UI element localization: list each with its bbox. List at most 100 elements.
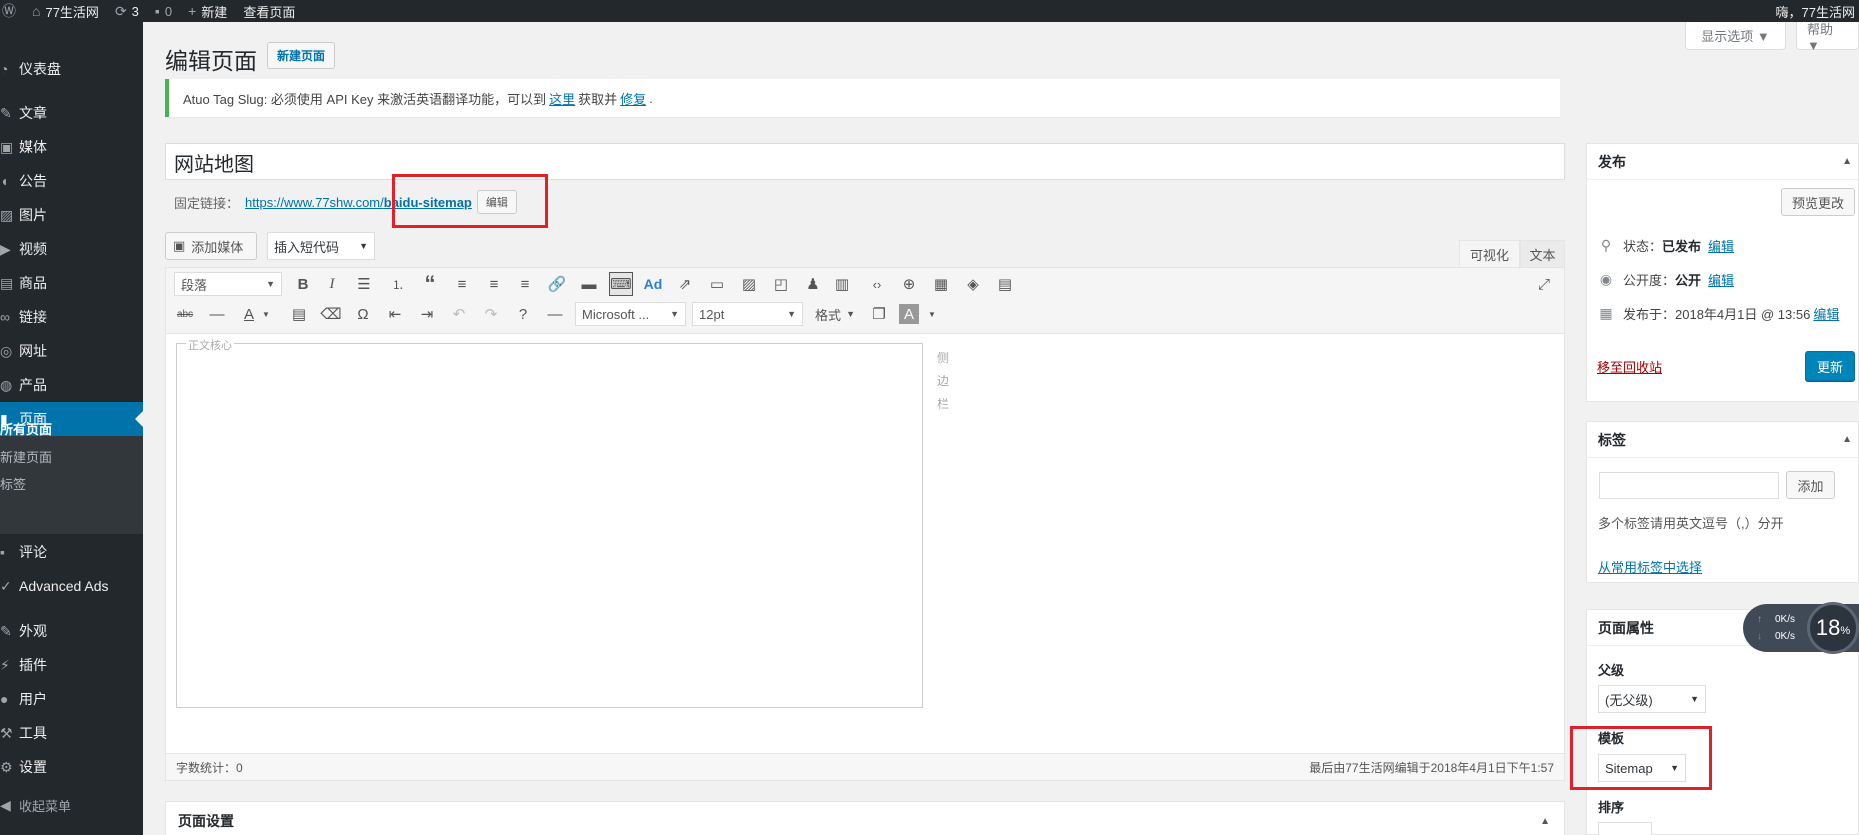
edit-date-link[interactable]: 编辑: [1813, 304, 1839, 323]
add-new-page-button[interactable]: 新建页面: [267, 42, 335, 69]
add-media-button[interactable]: ▣ 添加媒体: [165, 232, 257, 260]
read-more-icon[interactable]: ▬: [577, 272, 601, 296]
new-content-menu[interactable]: + 新建: [180, 0, 235, 22]
collapse-arrow-icon[interactable]: ▲: [1842, 156, 1852, 167]
edit-status-link[interactable]: 编辑: [1708, 236, 1734, 255]
tab-text[interactable]: 文本: [1520, 240, 1565, 267]
choose-tags-link[interactable]: 从常用标签中选择: [1598, 557, 1702, 576]
horizontal-line-icon[interactable]: —: [205, 302, 229, 326]
table-icon[interactable]: ▤: [993, 272, 1017, 296]
clear-formatting-icon[interactable]: ⌫: [319, 302, 343, 326]
bold-icon[interactable]: B: [291, 272, 315, 296]
publish-box-header[interactable]: 发布 ▲: [1587, 144, 1858, 180]
blockquote-icon[interactable]: “: [418, 271, 442, 296]
text-color-dropdown-icon[interactable]: ▼: [259, 302, 273, 326]
toolbar-toggle-icon[interactable]: ⌨: [609, 272, 633, 296]
code-icon[interactable]: ‹›: [865, 272, 889, 296]
collapse-menu-button[interactable]: ◀ 收起菜单: [0, 788, 143, 822]
italic-icon[interactable]: I: [320, 272, 344, 296]
sidebar-item-14[interactable]: ⚡ 插件: [0, 648, 143, 682]
update-button[interactable]: 更新: [1805, 351, 1855, 381]
sidebar-item-1[interactable]: ✎ 文章: [0, 96, 143, 130]
background-color-dropdown-icon[interactable]: ▼: [925, 302, 939, 326]
video-icon[interactable]: ▭: [705, 272, 729, 296]
submenu-item-0[interactable]: 所有页面: [0, 415, 52, 441]
notice-here-link[interactable]: 这里: [549, 89, 575, 108]
text-color-icon[interactable]: A: [237, 302, 261, 326]
help-icon[interactable]: ?: [511, 302, 535, 326]
add-circle-icon[interactable]: ⊕: [897, 272, 921, 296]
updates-menu[interactable]: ⟳ 3: [107, 0, 147, 22]
fullscreen-icon[interactable]: ⤢: [1532, 272, 1556, 296]
comment-bubble-icon[interactable]: ◰: [769, 272, 793, 296]
image-icon[interactable]: ▨: [737, 272, 761, 296]
font-family-select[interactable]: Microsoft ... ▼: [575, 302, 686, 326]
copy-icon[interactable]: ❐: [867, 302, 891, 326]
notice-fix-link[interactable]: 修复: [620, 89, 646, 108]
sidebar-item-5[interactable]: ▶ 视频: [0, 232, 143, 266]
sidebar-item-7[interactable]: ∞ 链接: [0, 300, 143, 334]
minus-icon[interactable]: —: [543, 302, 567, 326]
comments-menu[interactable]: ▪ 0: [147, 0, 180, 22]
sidebar-item-8[interactable]: ◎ 网址: [0, 334, 143, 368]
preview-changes-button[interactable]: 预览更改: [1781, 188, 1855, 216]
content-area[interactable]: [176, 343, 923, 708]
edit-visibility-link[interactable]: 编辑: [1708, 270, 1734, 289]
tag-input[interactable]: [1599, 472, 1779, 499]
help-button[interactable]: 帮助 ▼: [1796, 22, 1859, 53]
post-title-input[interactable]: 网站地图: [165, 143, 1565, 180]
align-center-icon[interactable]: ≡: [482, 272, 506, 296]
link-icon[interactable]: 🔗: [545, 272, 569, 296]
collapse-arrow-icon[interactable]: ▲: [1842, 434, 1852, 445]
sidebar-item-15[interactable]: ● 用户: [0, 682, 143, 716]
site-name-menu[interactable]: ⌂ 77生活网: [24, 0, 107, 22]
bullet-list-icon[interactable]: ☰: [352, 272, 376, 296]
sidebar-item-11[interactable]: ▪ 评论: [0, 535, 143, 569]
submenu-item-2[interactable]: 标签: [0, 470, 26, 496]
order-input[interactable]: [1598, 822, 1652, 835]
sidebar-item-3[interactable]: ◖ 公告: [0, 164, 143, 198]
indent-icon[interactable]: ⇥: [415, 302, 439, 326]
sidebar-item-9[interactable]: ◍ 产品: [0, 368, 143, 402]
font-size-select[interactable]: 12pt ▼: [692, 302, 803, 326]
view-page-link[interactable]: 查看页面: [235, 0, 303, 22]
sidebar-item-2[interactable]: ▣ 媒体: [0, 130, 143, 164]
strikethrough-icon[interactable]: abc: [173, 302, 197, 326]
add-tag-button[interactable]: 添加: [1786, 471, 1835, 499]
network-speed-widget[interactable]: ↑ 0K/s ↓ 0K/s 18%: [1743, 602, 1859, 654]
sidebar-item-16[interactable]: ⚒ 工具: [0, 716, 143, 750]
sidebar-item-4[interactable]: ▨ 图片: [0, 198, 143, 232]
sidebar-item-13[interactable]: ✎ 外观: [0, 614, 143, 648]
screen-options-button[interactable]: 显示选项 ▼: [1685, 22, 1786, 50]
user-icon[interactable]: ♟: [801, 272, 825, 296]
align-left-icon[interactable]: ≡: [450, 272, 474, 296]
numbered-list-icon[interactable]: ⒈: [386, 272, 410, 296]
formats-select[interactable]: 格式 ▼: [809, 302, 861, 326]
paint-bucket-icon[interactable]: ◈: [961, 272, 985, 296]
tab-visual[interactable]: 可视化: [1459, 240, 1520, 267]
special-character-icon[interactable]: Ω: [351, 302, 375, 326]
sidebar-item-17[interactable]: ⚙ 设置: [0, 750, 143, 784]
ad-insert-icon[interactable]: Ad: [641, 272, 665, 296]
external-link-icon[interactable]: ⇗: [673, 272, 697, 296]
undo-icon[interactable]: ↶: [447, 302, 471, 326]
outdent-icon[interactable]: ⇤: [383, 302, 407, 326]
keyboard-icon[interactable]: ▦: [929, 272, 953, 296]
sidebar-item-0[interactable]: ◔ 仪表盘: [0, 52, 143, 86]
wp-logo-menu[interactable]: Ⓦ: [0, 0, 24, 22]
paste-text-icon[interactable]: ▤: [287, 302, 311, 326]
collapse-arrow-icon[interactable]: ▲: [1540, 816, 1550, 827]
submenu-item-1[interactable]: 新建页面: [0, 443, 52, 469]
shortcode-select[interactable]: 插入短代码 ▼: [267, 232, 375, 260]
parent-select[interactable]: (无父级) ▼: [1598, 685, 1706, 713]
lock-icon[interactable]: ▥: [830, 272, 854, 296]
format-select[interactable]: 段落 ▼: [174, 272, 282, 296]
tags-box-header[interactable]: 标签 ▲: [1587, 422, 1858, 458]
move-to-trash-link[interactable]: 移至回收站: [1597, 357, 1662, 376]
sidebar-item-6[interactable]: ▤ 商品: [0, 266, 143, 300]
page-settings-box[interactable]: 页面设置 ▲: [165, 801, 1565, 835]
align-right-icon[interactable]: ≡: [513, 272, 537, 296]
sidebar-item-12[interactable]: ✓ Advanced Ads: [0, 569, 143, 603]
redo-icon[interactable]: ↷: [479, 302, 503, 326]
background-color-icon[interactable]: A: [899, 304, 919, 324]
